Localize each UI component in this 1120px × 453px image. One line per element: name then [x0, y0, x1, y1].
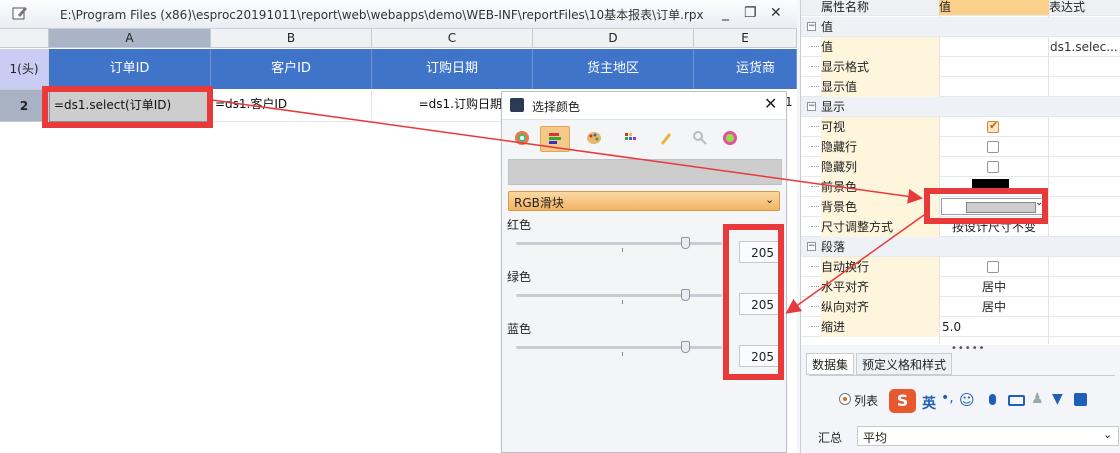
- arrow-cell-to-bgcolor: [211, 99, 923, 204]
- annotation-arrows: [211, 99, 925, 314]
- arrow-bgcolor-to-values: [785, 214, 925, 314]
